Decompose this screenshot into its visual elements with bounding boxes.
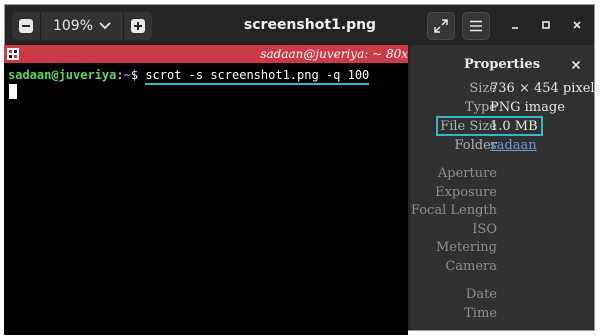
fullscreen-button[interactable] [427,12,455,40]
property-value: PNG image [490,100,565,115]
close-icon [573,21,581,29]
hamburger-menu-icon [470,20,482,32]
minimize-button[interactable] [505,15,525,35]
terminal-title: sadaan@juveriya: ~ 80x [260,47,408,61]
property-aperture: Aperture [0,164,600,183]
terminal-app-icon [7,48,19,60]
property-camera: Camera [0,257,600,276]
plus-icon [131,19,145,33]
main-menu-button[interactable] [462,12,490,40]
property-time: Time [0,304,600,323]
property-size: Size 736 × 454 pixels [0,79,600,98]
property-value: 736 × 454 pixels [490,81,600,96]
zoom-in-button[interactable] [124,12,152,40]
zoom-control: 109% [12,12,152,40]
property-focal-length: Focal Length [0,201,600,220]
zoom-level-label: 109% [52,18,94,34]
terminal-titlebar: sadaan@juveriya: ~ 80x [4,45,408,63]
maximize-icon [542,21,550,29]
chevron-down-icon [99,22,111,30]
property-label: Exposure [435,185,497,200]
properties-close-button[interactable] [568,57,584,73]
folder-link[interactable]: sadaan [490,136,537,155]
property-exposure: Exposure [0,183,600,202]
property-type: Type PNG image [0,98,600,117]
close-icon [571,60,581,70]
zoom-out-button[interactable] [12,12,40,40]
file-size-highlight [436,116,543,136]
property-label: Camera [445,259,497,274]
zoom-level-dropdown[interactable]: 109% [40,12,124,40]
window-title: screenshot1.png [243,17,377,33]
properties-title: Properties [463,57,541,72]
property-iso: ISO [0,220,600,239]
fullscreen-icon [434,19,448,33]
property-date: Date [0,285,600,304]
property-label: ISO [472,222,497,237]
close-button[interactable] [567,15,587,35]
property-label: Time [464,306,497,321]
minus-icon [19,19,33,33]
property-label: Date [465,287,497,302]
property-label: Focal Length [410,203,497,218]
property-folder: Folder sadaan [0,136,600,155]
header-bar: 109% screenshot1.png [5,5,594,45]
minimize-icon [512,27,518,29]
property-label: Metering [436,240,497,255]
property-metering: Metering [0,238,600,257]
maximize-button[interactable] [536,15,556,35]
property-label: Aperture [437,166,497,181]
